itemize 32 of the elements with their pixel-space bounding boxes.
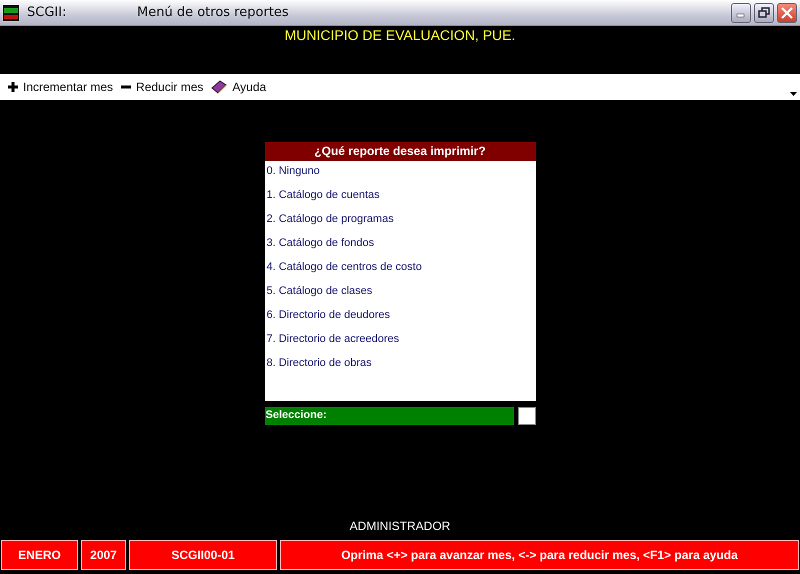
select-prompt: Seleccione: — [264, 407, 514, 425]
toolbar-button[interactable]: Reducir mes — [119, 76, 210, 98]
close-button[interactable] — [777, 2, 797, 22]
user-label: ADMINISTRADOR — [350, 519, 450, 533]
close-icon — [781, 6, 793, 18]
book-icon — [211, 80, 228, 94]
report-option[interactable]: 8. Directorio de obras — [266, 355, 372, 372]
restore-icon — [758, 6, 770, 18]
window-title: Menú de otros reportes — [137, 5, 290, 20]
report-option[interactable]: 3. Catálogo de fondos — [266, 235, 374, 252]
status-field: 2007 — [81, 540, 126, 570]
restore-button[interactable] — [754, 2, 774, 22]
app-logo-icon — [3, 4, 19, 20]
status-field: SCGII00-01 — [129, 540, 277, 570]
app-name: SCGII: — [27, 5, 68, 20]
report-option[interactable]: 0. Ninguno — [266, 163, 320, 180]
plus-icon — [8, 82, 18, 92]
dropdown-arrow-icon[interactable] — [790, 91, 797, 96]
minimize-button[interactable] — [731, 2, 751, 22]
report-option[interactable]: 1. Catálogo de cuentas — [266, 187, 380, 204]
selection-input[interactable] — [518, 407, 536, 425]
report-option[interactable]: 6. Directorio de deudores — [266, 307, 390, 324]
report-option[interactable]: 2. Catálogo de programas — [266, 211, 394, 228]
dialog-title: ¿Qué reporte desea imprimir? — [264, 142, 536, 161]
toolbar-button[interactable]: Incrementar mes — [6, 76, 120, 98]
status-field: ENERO — [1, 540, 78, 570]
toolbar-button[interactable]: Ayuda — [209, 76, 272, 98]
municipality-title: MUNICIPIO DE EVALUACION, PUE. — [284, 27, 516, 43]
status-field: Oprima <+> para avanzar mes, <-> para reducir mes, <F1> para ayuda — [280, 540, 799, 570]
report-option[interactable]: 4. Catálogo de centros de costo — [266, 259, 422, 276]
report-option[interactable]: 5. Catálogo de clases — [266, 283, 372, 300]
report-option[interactable]: 7. Directorio de acreedores — [266, 331, 400, 348]
